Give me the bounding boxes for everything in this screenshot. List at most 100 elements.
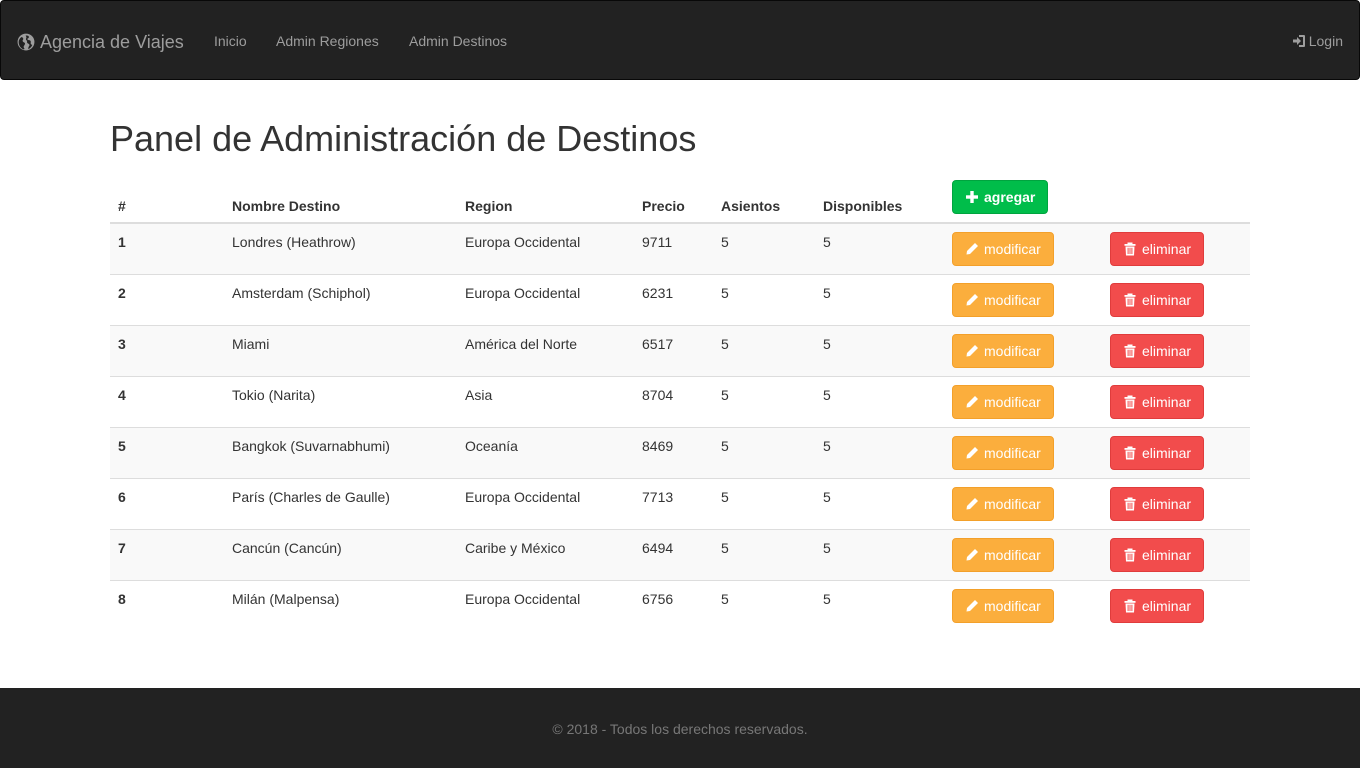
header-disponibles: Disponibles bbox=[815, 172, 944, 224]
cell-id: 5 bbox=[110, 427, 224, 479]
cell-modify: modificar bbox=[944, 478, 1102, 530]
cell-disponibles: 5 bbox=[815, 223, 944, 275]
modify-button-label: modificar bbox=[984, 598, 1041, 614]
cell-delete: eliminar bbox=[1102, 325, 1250, 377]
cell-id: 8 bbox=[110, 580, 224, 632]
delete-button-label: eliminar bbox=[1142, 241, 1192, 257]
cell-disponibles: 5 bbox=[815, 580, 944, 632]
delete-button-label: eliminar bbox=[1142, 394, 1192, 410]
cell-precio: 8704 bbox=[634, 376, 713, 428]
modify-button-label: modificar bbox=[984, 394, 1041, 410]
cell-disponibles: 5 bbox=[815, 478, 944, 530]
delete-button-label: eliminar bbox=[1142, 445, 1192, 461]
cell-asientos: 5 bbox=[713, 529, 815, 581]
login-link[interactable]: Login bbox=[1292, 32, 1343, 50]
cell-region: Europa Occidental bbox=[457, 274, 634, 326]
trash-icon bbox=[1124, 344, 1136, 358]
cell-disponibles: 5 bbox=[815, 274, 944, 326]
cell-id: 3 bbox=[110, 325, 224, 377]
cell-delete: eliminar bbox=[1102, 376, 1250, 428]
modify-button[interactable]: modificar bbox=[952, 538, 1054, 572]
cell-delete: eliminar bbox=[1102, 580, 1250, 632]
cell-region: Europa Occidental bbox=[457, 478, 634, 530]
brand-label: Agencia de Viajes bbox=[40, 31, 184, 52]
modify-button[interactable]: modificar bbox=[952, 334, 1054, 368]
cell-region: Asia bbox=[457, 376, 634, 428]
nav-link-inicio[interactable]: Inicio bbox=[214, 32, 247, 50]
cell-disponibles: 5 bbox=[815, 427, 944, 479]
header-nombre-destino: Nombre Destino bbox=[224, 172, 457, 224]
cell-delete: eliminar bbox=[1102, 478, 1250, 530]
trash-icon bbox=[1124, 395, 1136, 409]
delete-button[interactable]: eliminar bbox=[1110, 334, 1205, 368]
pencil-icon bbox=[966, 294, 978, 306]
trash-icon bbox=[1124, 497, 1136, 511]
modify-button[interactable]: modificar bbox=[952, 589, 1054, 623]
modify-button-label: modificar bbox=[984, 292, 1041, 308]
brand-link[interactable]: Agencia de Viajes bbox=[17, 29, 184, 55]
cell-region: Europa Occidental bbox=[457, 580, 634, 632]
header-number: # bbox=[110, 172, 224, 224]
modify-button[interactable]: modificar bbox=[952, 436, 1054, 470]
cell-asientos: 5 bbox=[713, 478, 815, 530]
delete-button[interactable]: eliminar bbox=[1110, 385, 1205, 419]
trash-icon bbox=[1124, 599, 1136, 613]
log-in-icon bbox=[1292, 35, 1305, 47]
table-row: 8 Milán (Malpensa) Europa Occidental 675… bbox=[110, 580, 1250, 632]
plus-icon bbox=[966, 191, 978, 203]
cell-precio: 6231 bbox=[634, 274, 713, 326]
cell-modify: modificar bbox=[944, 376, 1102, 428]
cell-region: Europa Occidental bbox=[457, 223, 634, 275]
pencil-icon bbox=[966, 396, 978, 408]
header-region: Region bbox=[457, 172, 634, 224]
add-button[interactable]: agregar bbox=[952, 180, 1049, 214]
cell-disponibles: 5 bbox=[815, 529, 944, 581]
cell-asientos: 5 bbox=[713, 580, 815, 632]
footer: © 2018 - Todos los derechos reservados. bbox=[0, 688, 1360, 768]
pencil-icon bbox=[966, 243, 978, 255]
modify-button[interactable]: modificar bbox=[952, 232, 1054, 266]
cell-modify: modificar bbox=[944, 580, 1102, 632]
cell-nombre: Tokio (Narita) bbox=[224, 376, 457, 428]
delete-button[interactable]: eliminar bbox=[1110, 232, 1205, 266]
cell-id: 1 bbox=[110, 223, 224, 275]
pencil-icon bbox=[966, 549, 978, 561]
cell-modify: modificar bbox=[944, 274, 1102, 326]
table-header-row: # Nombre Destino Region Precio Asientos … bbox=[110, 172, 1250, 224]
login-label: Login bbox=[1308, 33, 1343, 49]
trash-icon bbox=[1124, 548, 1136, 562]
nav-link-admin-regiones[interactable]: Admin Regiones bbox=[276, 32, 379, 50]
pencil-icon bbox=[966, 345, 978, 357]
cell-delete: eliminar bbox=[1102, 274, 1250, 326]
cell-id: 4 bbox=[110, 376, 224, 428]
cell-asientos: 5 bbox=[713, 325, 815, 377]
cell-modify: modificar bbox=[944, 529, 1102, 581]
globe-icon bbox=[17, 33, 35, 51]
delete-button[interactable]: eliminar bbox=[1110, 538, 1205, 572]
header-asientos: Asientos bbox=[713, 172, 815, 224]
table-row: 2 Amsterdam (Schiphol) Europa Occidental… bbox=[110, 274, 1250, 326]
cell-delete: eliminar bbox=[1102, 529, 1250, 581]
cell-nombre: París (Charles de Gaulle) bbox=[224, 478, 457, 530]
delete-button[interactable]: eliminar bbox=[1110, 436, 1205, 470]
delete-button[interactable]: eliminar bbox=[1110, 283, 1205, 317]
cell-precio: 9711 bbox=[634, 223, 713, 275]
delete-button-label: eliminar bbox=[1142, 343, 1192, 359]
cell-region: América del Norte bbox=[457, 325, 634, 377]
nav-link-admin-destinos[interactable]: Admin Destinos bbox=[409, 32, 507, 50]
modify-button[interactable]: modificar bbox=[952, 283, 1054, 317]
cell-precio: 6517 bbox=[634, 325, 713, 377]
cell-asientos: 5 bbox=[713, 376, 815, 428]
delete-button[interactable]: eliminar bbox=[1110, 487, 1205, 521]
cell-asientos: 5 bbox=[713, 274, 815, 326]
delete-button-label: eliminar bbox=[1142, 496, 1192, 512]
cell-modify: modificar bbox=[944, 325, 1102, 377]
cell-modify: modificar bbox=[944, 223, 1102, 275]
modify-button[interactable]: modificar bbox=[952, 487, 1054, 521]
delete-button[interactable]: eliminar bbox=[1110, 589, 1205, 623]
header-precio: Precio bbox=[634, 172, 713, 224]
cell-nombre: Amsterdam (Schiphol) bbox=[224, 274, 457, 326]
table-row: 3 Miami América del Norte 6517 5 5 modif… bbox=[110, 325, 1250, 377]
modify-button[interactable]: modificar bbox=[952, 385, 1054, 419]
pencil-icon bbox=[966, 447, 978, 459]
